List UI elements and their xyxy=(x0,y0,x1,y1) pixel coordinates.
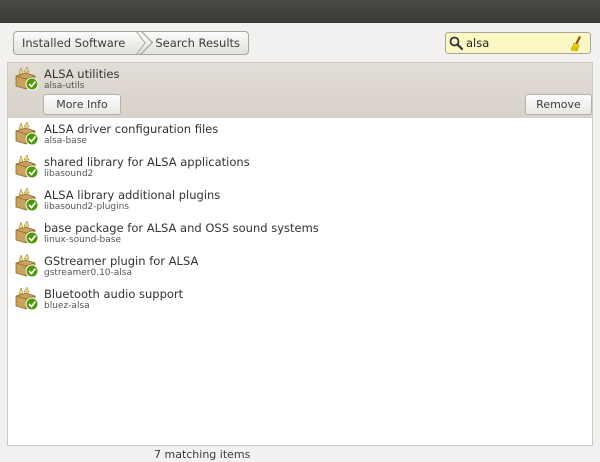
window-titlebar xyxy=(0,0,600,23)
more-info-button[interactable]: More Info xyxy=(43,94,121,115)
list-item[interactable]: shared library for ALSA applications liba… xyxy=(8,151,592,184)
installed-package-icon xyxy=(15,254,39,278)
item-title: base package for ALSA and OSS sound syst… xyxy=(44,221,319,235)
search-input[interactable] xyxy=(466,36,566,50)
list-item[interactable]: ALSA library additional plugins libasound… xyxy=(8,184,592,217)
item-title: ALSA library additional plugins xyxy=(44,188,221,202)
list-item[interactable]: ALSA driver configuration files alsa-base xyxy=(8,118,592,151)
status-bar: 7 matching items xyxy=(0,446,600,462)
item-package: libasound2 xyxy=(44,169,94,179)
list-item[interactable]: GStreamer plugin for ALSA gstreamer0.10-a… xyxy=(8,250,592,283)
item-package: alsa-base xyxy=(44,136,87,146)
breadcrumb-separator xyxy=(136,32,149,54)
item-package: libasound2-plugins xyxy=(44,202,130,212)
breadcrumb: Installed Software Search Results xyxy=(13,31,250,55)
clear-search-icon[interactable] xyxy=(570,35,586,56)
toolbar: Installed Software Search Results xyxy=(0,23,600,62)
item-title: ALSA driver configuration files xyxy=(44,122,219,136)
remove-button[interactable]: Remove xyxy=(525,94,592,115)
breadcrumb-search-results[interactable]: Search Results xyxy=(149,32,248,54)
matching-count: 7 matching items xyxy=(154,448,251,461)
breadcrumb-results-label: Search Results xyxy=(155,36,241,50)
item-package: alsa-utils xyxy=(44,81,85,91)
search-icon xyxy=(446,36,466,50)
package-list[interactable]: ALSA utilities alsa-utils More Info Remo… xyxy=(7,62,593,446)
breadcrumb-arrow-icon xyxy=(136,32,146,54)
breadcrumb-installed-label: Installed Software xyxy=(22,36,126,50)
breadcrumb-installed-software[interactable]: Installed Software xyxy=(14,32,139,54)
item-title: ALSA utilities xyxy=(44,67,120,81)
item-package: bluez-alsa xyxy=(44,301,90,311)
item-package: gstreamer0.10-alsa xyxy=(44,268,132,278)
installed-package-icon xyxy=(15,122,39,146)
installed-package-icon xyxy=(15,155,39,179)
installed-package-icon xyxy=(15,221,39,245)
item-package: linux-sound-base xyxy=(44,235,122,245)
search-box[interactable] xyxy=(445,32,591,54)
list-item[interactable]: Bluetooth audio support bluez-alsa xyxy=(8,283,592,316)
installed-package-icon xyxy=(15,287,39,311)
item-title: GStreamer plugin for ALSA xyxy=(44,254,199,268)
installed-package-icon xyxy=(15,188,39,212)
installed-package-icon xyxy=(15,67,39,91)
list-item[interactable]: base package for ALSA and OSS sound syst… xyxy=(8,217,592,250)
item-title: Bluetooth audio support xyxy=(44,287,184,301)
item-title: shared library for ALSA applications xyxy=(44,155,250,169)
list-item-selected[interactable]: ALSA utilities alsa-utils More Info Remo… xyxy=(8,63,592,118)
